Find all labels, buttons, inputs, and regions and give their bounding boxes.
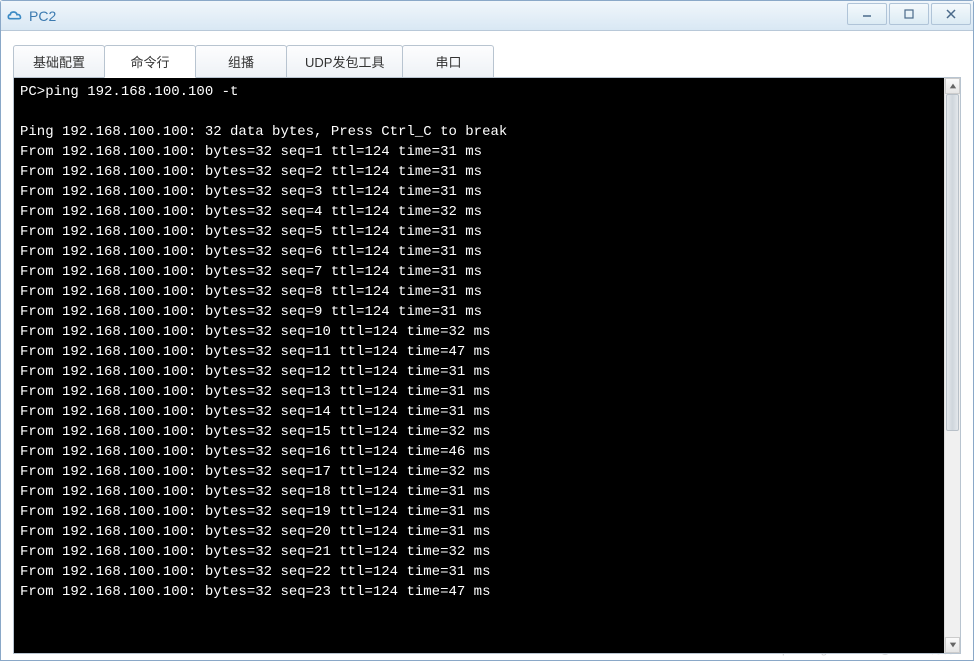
terminal-output[interactable]: PC>ping 192.168.100.100 -t Ping 192.168.… [14,78,944,653]
window-title: PC2 [29,8,56,24]
scroll-down-button[interactable] [945,637,960,653]
minimize-button[interactable] [847,3,887,25]
window-controls [847,1,973,30]
tab-0[interactable]: 基础配置 [13,45,105,77]
title-left: PC2 [7,8,56,24]
terminal-panel: PC>ping 192.168.100.100 -t Ping 192.168.… [13,77,961,654]
tab-2[interactable]: 组播 [195,45,287,77]
app-window: PC2 基础配置命令行组播UDP发包工具串口 PC>ping 192.168.1… [0,0,974,661]
close-button[interactable] [931,3,971,25]
maximize-button[interactable] [889,3,929,25]
titlebar[interactable]: PC2 [1,1,973,31]
app-icon [7,8,23,24]
scroll-up-button[interactable] [945,78,960,94]
tab-4[interactable]: 串口 [402,45,494,77]
scrollbar-thumb[interactable] [946,94,959,431]
content-area: 基础配置命令行组播UDP发包工具串口 PC>ping 192.168.100.1… [1,31,973,660]
tab-bar: 基础配置命令行组播UDP发包工具串口 [13,45,961,77]
scrollbar-track[interactable] [945,94,960,637]
tab-3[interactable]: UDP发包工具 [286,45,403,77]
tab-1[interactable]: 命令行 [104,45,196,78]
vertical-scrollbar[interactable] [944,78,960,653]
